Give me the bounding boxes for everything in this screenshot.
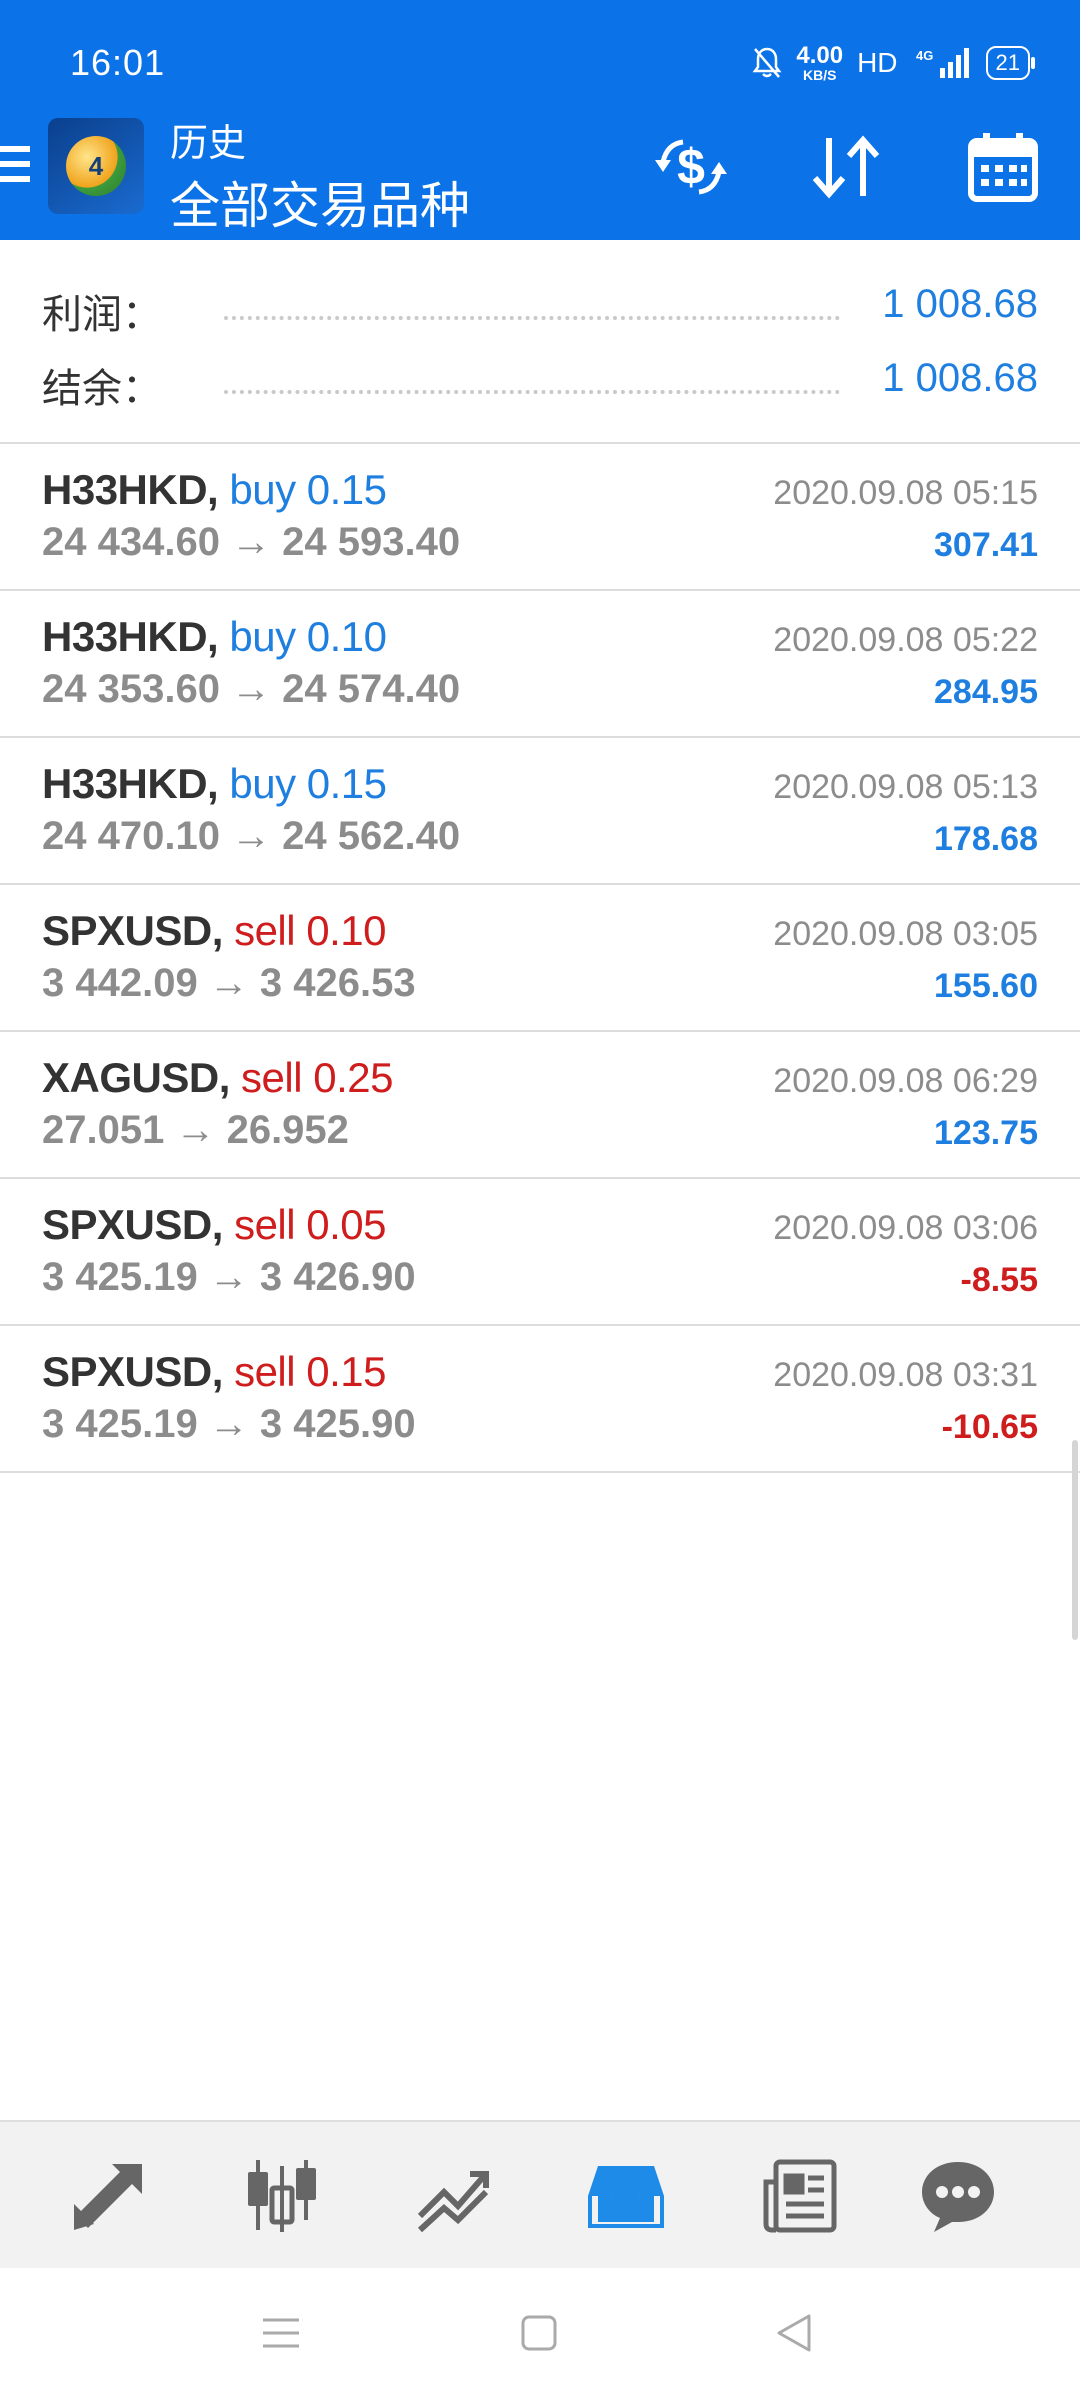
deal-profit: 178.68 [934,820,1038,858]
deal-row[interactable]: SPXUSD, sell 0.10 3 442.09 → 3 426.53 20… [0,885,1080,1032]
battery-icon: 21 [985,46,1036,80]
deal-type-volume: buy 0.10 [229,613,387,660]
svg-text:4G: 4G [916,48,933,63]
page-subtitle: 历史 [170,123,247,165]
bottom-nav [0,2120,1080,2270]
chat-icon[interactable] [908,2146,1008,2246]
profit-label: 利润： [42,293,162,337]
deal-profit: 284.95 [934,673,1038,711]
deal-prices: 27.051 → 26.952 [42,1108,349,1152]
balance-row: 结余： 1 008.68 [0,346,1080,416]
hd-label: HD [857,47,898,78]
dotted-leader [224,316,840,320]
mute-bell-icon [752,47,782,78]
profit-value: 1 008.68 [882,282,1038,326]
status-bar: 16:01 4.00 KB/S HD 4G 21 [0,0,1080,110]
deal-time: 2020.09.08 05:13 [773,768,1038,806]
deal-profit: -10.65 [941,1408,1038,1446]
deal-type-volume: buy 0.15 [229,466,387,513]
net-speed: 4.00 KB/S [796,42,844,83]
deal-symbol: SPXUSD, [42,907,223,954]
app-header: 16:01 4.00 KB/S HD 4G 21 4 历史 全部交易品种 $ [0,0,1080,240]
deal-prices: 3 425.19 → 3 426.90 [42,1255,416,1299]
trade-icon[interactable] [404,2146,504,2246]
deal-profit: 307.41 [934,526,1038,564]
currency-exchange-icon[interactable]: $ [646,122,736,212]
deal-type-volume: sell 0.15 [234,1348,386,1395]
page-title[interactable]: 全部交易品种 [170,166,470,238]
deal-symbol: XAGUSD, [42,1054,230,1101]
logo-mark: 4 [66,136,126,196]
deal-time: 2020.09.08 05:22 [773,621,1038,659]
deal-row[interactable]: SPXUSD, sell 0.15 3 425.19 → 3 425.90 20… [0,1326,1080,1473]
svg-text:$: $ [677,139,705,195]
deal-prices: 24 470.10 → 24 562.40 [42,814,461,858]
home-icon[interactable] [514,2308,564,2358]
dotted-leader [224,390,840,394]
deal-profit: -8.55 [960,1261,1039,1299]
deal-row[interactable]: H33HKD, buy 0.15 24 470.10 → 24 562.40 2… [0,738,1080,885]
quotes-icon[interactable] [58,2146,158,2246]
deal-symbol: SPXUSD, [42,1348,223,1395]
deal-row[interactable]: H33HKD, buy 0.15 24 434.60 → 24 593.40 2… [0,444,1080,591]
menu-icon[interactable] [0,146,30,190]
profit-row: 利润： 1 008.68 [0,272,1080,342]
deal-prices: 24 434.60 → 24 593.40 [42,520,461,564]
deal-list: H33HKD, buy 0.15 24 434.60 → 24 593.40 2… [0,444,1080,1473]
deal-prices: 24 353.60 → 24 574.40 [42,667,461,711]
status-time: 16:01 [70,42,166,83]
deal-symbol: H33HKD, [42,613,219,660]
deal-time: 2020.09.08 03:05 [773,915,1038,953]
deal-time: 2020.09.08 06:29 [773,1062,1038,1100]
chart-icon[interactable] [232,2146,332,2246]
news-icon[interactable] [750,2146,850,2246]
deal-time: 2020.09.08 03:06 [773,1209,1038,1247]
deal-row[interactable]: H33HKD, buy 0.10 24 353.60 → 24 574.40 2… [0,591,1080,738]
signal-icon: 4G [916,48,969,78]
deal-prices: 3 442.09 → 3 426.53 [42,961,416,1005]
mt4-logo: 4 [48,118,144,214]
deal-row[interactable]: SPXUSD, sell 0.05 3 425.19 → 3 426.90 20… [0,1179,1080,1326]
deal-time: 2020.09.08 03:31 [773,1356,1038,1394]
deal-symbol: SPXUSD, [42,1201,223,1248]
deal-type-volume: sell 0.10 [234,907,386,954]
deal-profit: 155.60 [934,967,1038,1005]
sort-icon[interactable] [802,122,892,212]
deal-time: 2020.09.08 05:15 [773,474,1038,512]
balance-value: 1 008.68 [882,356,1038,400]
status-icons: 4.00 KB/S HD 4G 21 [752,40,1036,86]
scrollbar[interactable] [1072,1440,1078,1640]
deal-prices: 3 425.19 → 3 425.90 [42,1402,416,1446]
back-icon[interactable] [770,2308,820,2358]
deal-type-volume: sell 0.05 [234,1201,386,1248]
history-icon[interactable] [576,2146,676,2246]
deal-row[interactable]: XAGUSD, sell 0.25 27.051 → 26.952 2020.0… [0,1032,1080,1179]
system-nav-bar [0,2268,1080,2400]
deal-type-volume: sell 0.25 [241,1054,393,1101]
deal-profit: 123.75 [934,1114,1038,1152]
deal-type-volume: buy 0.15 [229,760,387,807]
recent-apps-icon[interactable] [256,2308,306,2358]
deal-symbol: H33HKD, [42,466,219,513]
balance-label: 结余： [42,367,162,411]
calendar-icon[interactable] [958,122,1048,212]
deal-symbol: H33HKD, [42,760,219,807]
